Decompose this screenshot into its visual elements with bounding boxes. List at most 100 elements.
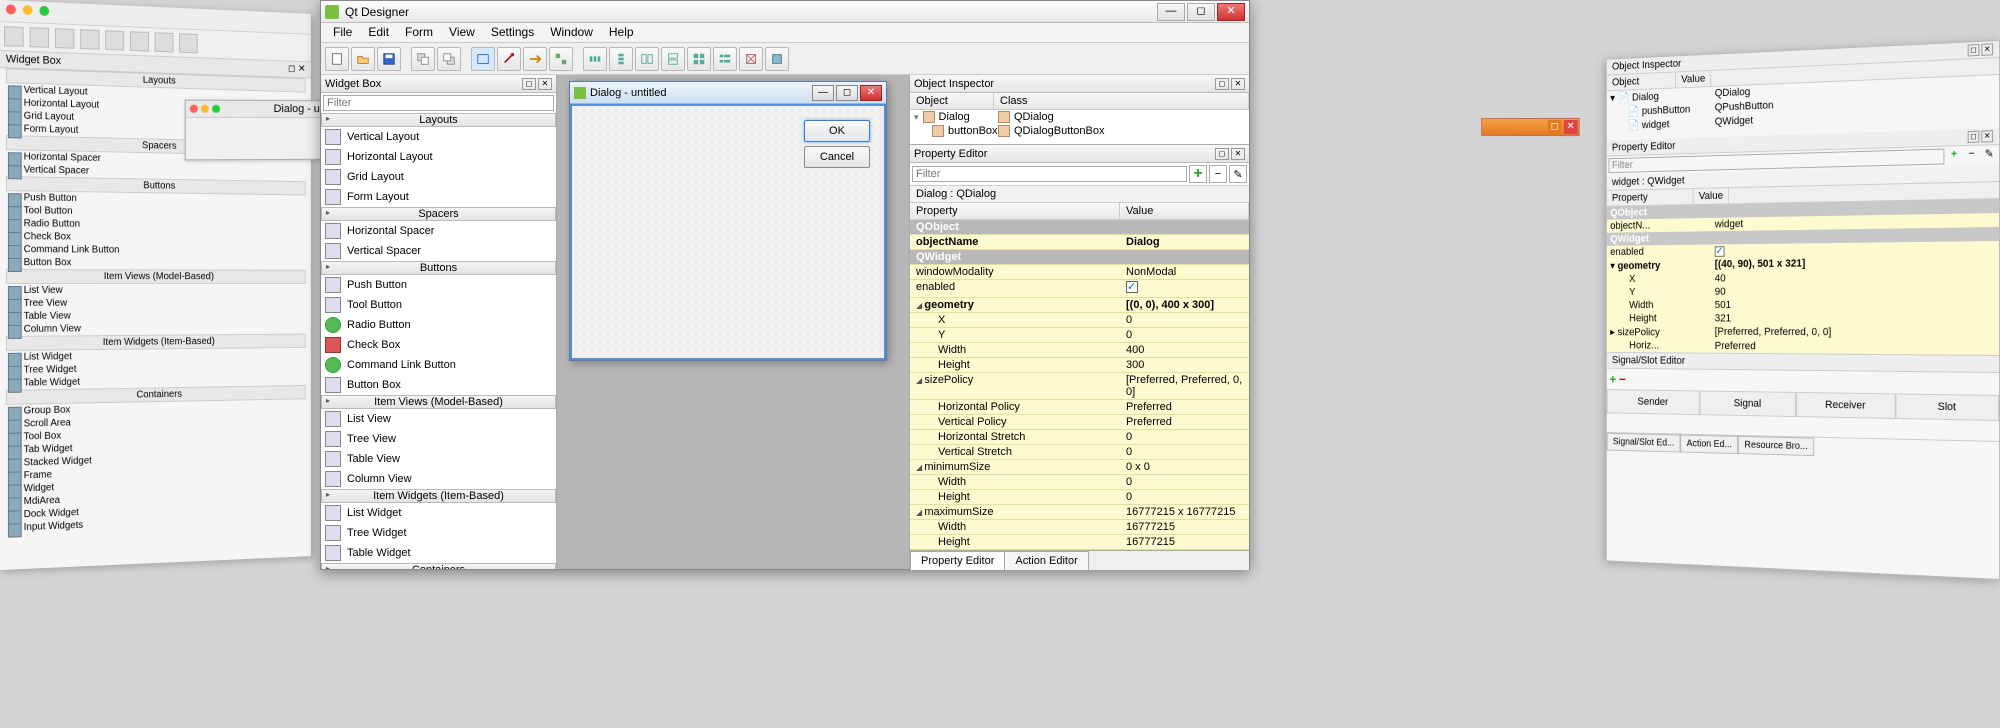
design-canvas[interactable]: Dialog - untitled — ◻ ✕ OK Cancel [557,75,909,569]
edit-widgets-button[interactable] [471,47,495,71]
menu-view[interactable]: View [441,23,483,42]
edit-signals-button[interactable] [497,47,521,71]
widget-table-view[interactable]: Table View [321,449,556,469]
open-button[interactable] [351,47,375,71]
col-object[interactable]: Object [910,93,994,109]
widget-tree-view[interactable]: Tree View [321,429,556,449]
prop-min-height[interactable]: Height0 [910,490,1249,505]
minimize-button[interactable]: — [1157,3,1185,21]
cancel-button[interactable]: Cancel [804,146,870,168]
widget-box-filter[interactable] [323,95,554,111]
new-form-button[interactable] [325,47,349,71]
enabled-checkbox[interactable] [1126,281,1138,293]
bring-front-button[interactable] [437,47,461,71]
category-item-widgets[interactable]: Item Widgets (Item-Based) [321,489,556,503]
widget-horizontal-layout[interactable]: Horizontal Layout [321,147,556,167]
widget-hspacer[interactable]: Horizontal Spacer [321,221,556,241]
configure-button[interactable]: ✎ [1229,165,1247,183]
layout-vsplit-button[interactable] [661,47,685,71]
tab-property-editor[interactable]: Property Editor [910,551,1005,570]
widget-command-link[interactable]: Command Link Button [321,355,556,375]
col-class[interactable]: Class [994,93,1249,109]
dock-close-button[interactable]: ✕ [538,78,552,90]
group-qwidget[interactable]: QWidget [910,250,1249,265]
titlebar[interactable]: Qt Designer — ◻ ✕ [321,1,1249,23]
menu-file[interactable]: File [325,23,360,42]
widget-column-view[interactable]: Column View [321,469,556,489]
widget-list-widget[interactable]: List Widget [321,503,556,523]
prop-vstretch[interactable]: Vertical Stretch0 [910,445,1249,460]
layout-grid-button[interactable] [687,47,711,71]
menu-form[interactable]: Form [397,23,441,42]
widget-form-layout[interactable]: Form Layout [321,187,556,207]
dialog-body[interactable]: OK Cancel [570,104,886,360]
col-property[interactable]: Property [910,203,1120,219]
dialog-minimize-button[interactable]: — [812,85,834,101]
widget-table-widget[interactable]: Table Widget [321,543,556,563]
break-layout-button[interactable] [739,47,763,71]
dock-float-button[interactable]: ◻ [1215,78,1229,90]
prop-vpolicy[interactable]: Vertical PolicyPreferred [910,415,1249,430]
add-dynamic-property-button[interactable]: + [1189,165,1207,183]
dialog-form[interactable]: Dialog - untitled — ◻ ✕ OK Cancel [569,81,887,361]
prop-max-width[interactable]: Width16777215 [910,520,1249,535]
prop-windowmodality[interactable]: windowModalityNonModal [910,265,1249,280]
prop-height[interactable]: Height300 [910,358,1249,373]
prop-width[interactable]: Width400 [910,343,1249,358]
dock-float-button[interactable]: ◻ [1215,148,1229,160]
tab-action-editor[interactable]: Action Editor [1004,551,1088,570]
prop-enabled[interactable]: enabled [910,280,1249,298]
prop-hstretch[interactable]: Horizontal Stretch0 [910,430,1249,445]
property-filter[interactable] [912,166,1187,182]
widget-push-button[interactable]: Push Button [321,275,556,295]
prop-maximumsize[interactable]: maximumSize16777215 x 16777215 [910,505,1249,520]
category-spacers[interactable]: Spacers [321,207,556,221]
layout-hsplit-button[interactable] [635,47,659,71]
edit-taborder-button[interactable] [549,47,573,71]
dialog-maximize-button[interactable]: ◻ [836,85,858,101]
prop-minimumsize[interactable]: minimumSize0 x 0 [910,460,1249,475]
category-layouts[interactable]: Layouts [321,113,556,127]
menu-window[interactable]: Window [542,23,601,42]
widget-radio-button[interactable]: Radio Button [321,315,556,335]
object-row-buttonbox[interactable]: buttonBoxQDialogButtonBox [910,124,1249,138]
prop-geometry[interactable]: geometry[(0, 0), 400 x 300] [910,298,1249,313]
widget-button-box[interactable]: Button Box [321,375,556,395]
widget-check-box[interactable]: Check Box [321,335,556,355]
layout-h-button[interactable] [583,47,607,71]
menu-settings[interactable]: Settings [483,23,542,42]
object-row-dialog[interactable]: ▾DialogQDialog [910,110,1249,124]
dialog-titlebar[interactable]: Dialog - untitled — ◻ ✕ [570,82,886,104]
widget-vspacer[interactable]: Vertical Spacer [321,241,556,261]
dock-close-button[interactable]: ✕ [1231,78,1245,90]
menu-help[interactable]: Help [601,23,642,42]
prop-max-height[interactable]: Height16777215 [910,535,1249,550]
widget-grid-layout[interactable]: Grid Layout [321,167,556,187]
widget-tool-button[interactable]: Tool Button [321,295,556,315]
dock-close-button[interactable]: ✕ [1231,148,1245,160]
category-buttons[interactable]: Buttons [321,261,556,275]
menu-edit[interactable]: Edit [360,23,397,42]
widget-tree-widget[interactable]: Tree Widget [321,523,556,543]
prop-hpolicy[interactable]: Horizontal PolicyPreferred [910,400,1249,415]
prop-x[interactable]: X0 [910,313,1249,328]
ok-button[interactable]: OK [804,120,870,142]
send-back-button[interactable] [411,47,435,71]
widget-vertical-layout[interactable]: Vertical Layout [321,127,556,147]
category-item-views[interactable]: Item Views (Model-Based) [321,395,556,409]
dock-float-button[interactable]: ◻ [522,78,536,90]
adjust-size-button[interactable] [765,47,789,71]
layout-v-button[interactable] [609,47,633,71]
prop-objectname[interactable]: objectNameDialog [910,235,1249,250]
edit-buddies-button[interactable] [523,47,547,71]
save-button[interactable] [377,47,401,71]
close-button[interactable]: ✕ [1217,3,1245,21]
group-qobject[interactable]: QObject [910,220,1249,235]
dialog-close-button[interactable]: ✕ [860,85,882,101]
prop-y[interactable]: Y0 [910,328,1249,343]
prop-min-width[interactable]: Width0 [910,475,1249,490]
prop-sizepolicy[interactable]: sizePolicy[Preferred, Preferred, 0, 0] [910,373,1249,400]
maximize-button[interactable]: ◻ [1187,3,1215,21]
remove-dynamic-property-button[interactable]: − [1209,165,1227,183]
category-containers[interactable]: Containers [321,563,556,569]
